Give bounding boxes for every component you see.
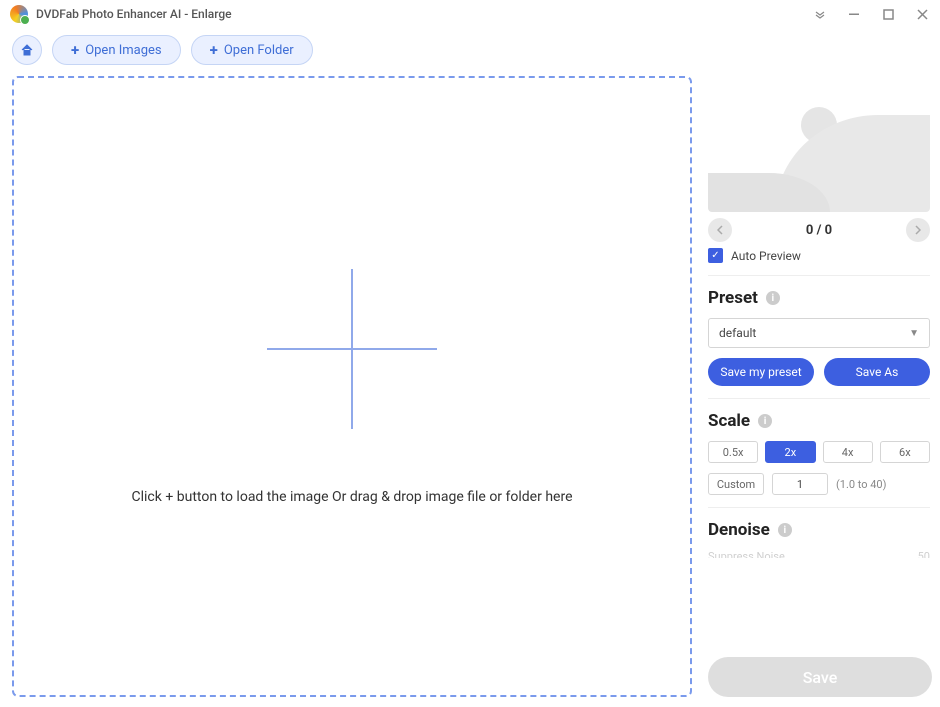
preset-selected: default bbox=[719, 326, 756, 340]
preset-section: Preset i default ▼ Save my preset Save A… bbox=[708, 276, 930, 399]
plus-icon: + bbox=[71, 43, 79, 58]
maximize-button[interactable] bbox=[880, 6, 896, 22]
info-icon[interactable]: i bbox=[778, 523, 792, 537]
open-folder-label: Open Folder bbox=[224, 43, 294, 58]
scale-custom-button[interactable]: Custom bbox=[708, 473, 764, 495]
plus-icon: + bbox=[210, 43, 218, 58]
preview-thumbnail bbox=[708, 82, 930, 212]
scale-option-1[interactable]: 2x bbox=[765, 441, 815, 463]
toolbar: + Open Images + Open Folder bbox=[0, 28, 940, 72]
open-images-label: Open Images bbox=[85, 43, 161, 58]
app-title: DVDFab Photo Enhancer AI - Enlarge bbox=[36, 7, 232, 21]
drop-hint: Click + button to load the image Or drag… bbox=[132, 489, 573, 505]
titlebar-left: DVDFab Photo Enhancer AI - Enlarge bbox=[10, 5, 232, 23]
denoise-section: Denoise i Suppress Noise 50 bbox=[708, 508, 930, 558]
scale-section: Scale i 0.5x 2x 4x 6x Custom (1.0 to 40) bbox=[708, 399, 930, 508]
auto-preview-row: ✓ Auto Preview bbox=[708, 248, 930, 276]
preset-select[interactable]: default ▼ bbox=[708, 318, 930, 348]
scale-custom-input[interactable] bbox=[772, 473, 828, 495]
info-icon[interactable]: i bbox=[758, 414, 772, 428]
scale-range-hint: (1.0 to 40) bbox=[836, 478, 886, 491]
add-image-icon bbox=[267, 269, 437, 429]
scale-option-2[interactable]: 4x bbox=[823, 441, 873, 463]
minimize-button[interactable] bbox=[846, 6, 862, 22]
save-button[interactable]: Save bbox=[708, 657, 932, 697]
window-controls bbox=[812, 6, 930, 22]
open-images-button[interactable]: + Open Images bbox=[52, 35, 181, 65]
scale-title: Scale bbox=[708, 411, 750, 431]
titlebar: DVDFab Photo Enhancer AI - Enlarge bbox=[0, 0, 940, 28]
open-folder-button[interactable]: + Open Folder bbox=[191, 35, 313, 65]
suppress-noise-value: 50 bbox=[918, 550, 930, 558]
main-area: Click + button to load the image Or drag… bbox=[0, 72, 940, 707]
save-my-preset-button[interactable]: Save my preset bbox=[708, 358, 814, 386]
sidebar: 0 / 0 ✓ Auto Preview Preset i bbox=[708, 76, 932, 697]
chevron-down-icon: ▼ bbox=[909, 328, 919, 339]
prev-image-button[interactable] bbox=[708, 218, 732, 242]
info-icon[interactable]: i bbox=[766, 291, 780, 305]
auto-preview-label: Auto Preview bbox=[731, 249, 801, 263]
image-counter: 0 / 0 bbox=[806, 223, 832, 238]
dropzone[interactable]: Click + button to load the image Or drag… bbox=[12, 76, 692, 697]
home-button[interactable] bbox=[12, 35, 42, 65]
preset-title: Preset bbox=[708, 288, 758, 308]
save-as-button[interactable]: Save As bbox=[824, 358, 930, 386]
suppress-noise-label: Suppress Noise bbox=[708, 550, 785, 558]
next-image-button[interactable] bbox=[906, 218, 930, 242]
auto-preview-checkbox[interactable]: ✓ bbox=[708, 248, 723, 263]
denoise-title: Denoise bbox=[708, 520, 770, 540]
scale-option-0[interactable]: 0.5x bbox=[708, 441, 758, 463]
close-button[interactable] bbox=[914, 6, 930, 22]
app-logo-icon bbox=[10, 5, 28, 23]
menu-icon[interactable] bbox=[812, 6, 828, 22]
scale-option-3[interactable]: 6x bbox=[880, 441, 930, 463]
preview-nav: 0 / 0 bbox=[708, 212, 930, 248]
